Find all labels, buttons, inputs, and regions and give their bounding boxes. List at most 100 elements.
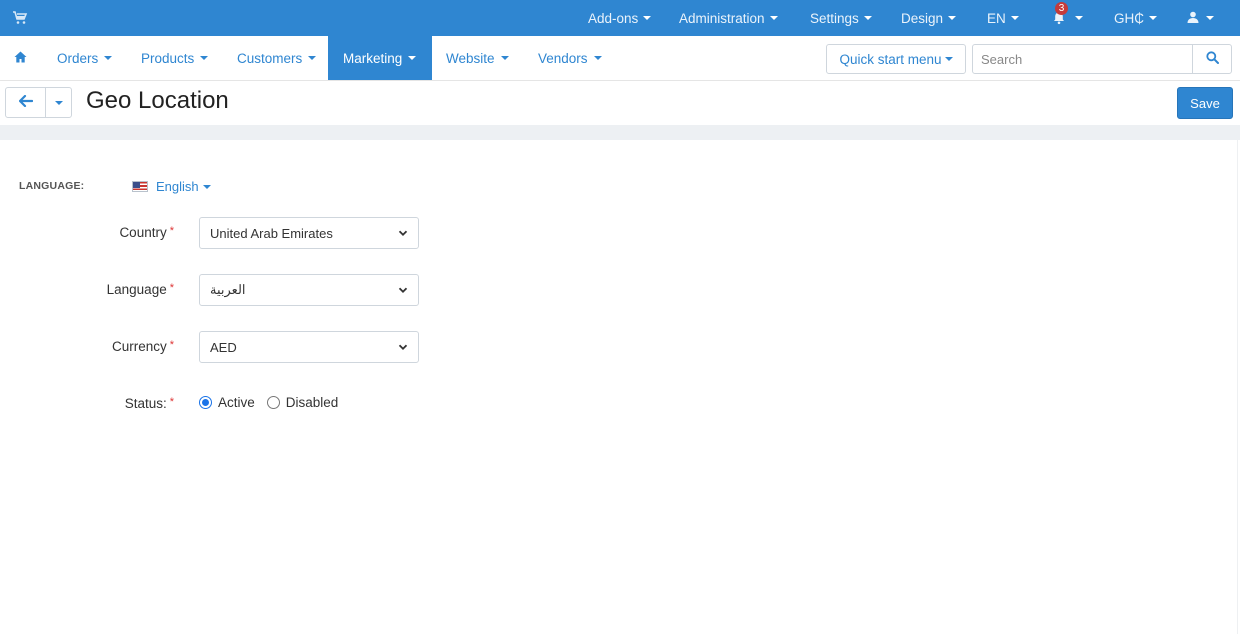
page-title: Geo Location xyxy=(86,87,229,114)
nav-products[interactable]: Products xyxy=(126,36,223,80)
quick-start-label: Quick start menu xyxy=(839,51,942,67)
status-disabled-label: Disabled xyxy=(285,395,339,410)
shopping-cart-icon[interactable] xyxy=(12,10,28,26)
required-mark: * xyxy=(169,282,174,294)
nav-website[interactable]: Website xyxy=(431,36,524,80)
chevron-down-icon xyxy=(863,16,872,20)
chevron-down-icon xyxy=(593,56,602,60)
settings-menu-label: Settings xyxy=(810,10,859,26)
currency-row: Currency * AED xyxy=(0,331,600,363)
status-active-option[interactable]: Active xyxy=(199,395,255,410)
nav-customers[interactable]: Customers xyxy=(222,36,331,80)
required-mark: * xyxy=(169,225,174,237)
status-label-text: Status: xyxy=(124,396,167,411)
home-link[interactable] xyxy=(0,36,41,80)
notifications-menu[interactable]: 3 xyxy=(1052,0,1083,36)
language-switcher-value: English xyxy=(156,179,199,194)
country-row: Country * United Arab Emirates xyxy=(0,217,600,249)
required-mark: * xyxy=(169,396,174,408)
status-disabled-option[interactable]: Disabled xyxy=(266,395,339,410)
chevron-down-icon xyxy=(202,184,211,189)
chevron-down-icon xyxy=(769,16,778,20)
nav-products-label: Products xyxy=(141,50,195,66)
currency-menu-label: GH₵ xyxy=(1114,10,1144,26)
addons-menu[interactable]: Add-ons xyxy=(588,0,652,36)
nav-vendors[interactable]: Vendors xyxy=(523,36,617,80)
chevron-down-icon xyxy=(1010,16,1019,20)
user-menu[interactable] xyxy=(1187,0,1214,36)
addons-menu-label: Add-ons xyxy=(588,10,639,26)
chevron-down-icon xyxy=(398,230,408,236)
chevron-down-icon xyxy=(398,287,408,293)
design-menu-label: Design xyxy=(901,10,944,26)
notification-count-badge: 3 xyxy=(1055,2,1068,15)
status-disabled-radio[interactable] xyxy=(266,396,280,409)
page-header: Geo Location Save xyxy=(0,81,1240,125)
quick-start-menu-button[interactable]: Quick start menu xyxy=(826,44,966,74)
language-label-text: Language xyxy=(106,282,167,297)
admin-top-bar: Add-ons Administration Settings Design E… xyxy=(0,0,1240,36)
chevron-down-icon xyxy=(1149,16,1157,20)
user-icon xyxy=(1187,11,1199,26)
language-label: Language * xyxy=(107,282,174,297)
status-label: Status: * xyxy=(125,396,174,411)
status-active-label: Active xyxy=(218,395,255,410)
country-label: Country * xyxy=(119,225,174,240)
nav-vendors-label: Vendors xyxy=(538,50,588,66)
content-panel xyxy=(0,140,1238,634)
main-nav: Orders Products Customers Marketing Webs… xyxy=(0,36,1240,81)
country-select[interactable]: United Arab Emirates xyxy=(199,217,419,249)
nav-customers-label: Customers xyxy=(237,50,303,66)
language-switcher-label: LANGUAGE: xyxy=(19,180,85,192)
chevron-down-icon xyxy=(54,100,63,105)
search-button[interactable] xyxy=(1192,44,1232,74)
language-select[interactable]: العربية xyxy=(199,274,419,306)
search-icon xyxy=(1205,51,1219,67)
nav-orders[interactable]: Orders xyxy=(42,36,127,80)
administration-menu-label: Administration xyxy=(679,10,765,26)
administration-menu[interactable]: Administration xyxy=(679,0,778,36)
nav-orders-label: Orders xyxy=(57,50,99,66)
chevron-down-icon xyxy=(200,56,209,60)
language-menu[interactable]: EN xyxy=(987,0,1019,36)
status-active-radio[interactable] xyxy=(199,396,212,409)
save-button[interactable]: Save xyxy=(1177,87,1233,119)
language-menu-label: EN xyxy=(987,10,1006,26)
required-mark: * xyxy=(169,339,174,351)
chevron-down-icon xyxy=(1206,16,1214,20)
chevron-down-icon xyxy=(948,16,957,20)
nav-marketing[interactable]: Marketing xyxy=(328,36,432,80)
arrow-left-icon xyxy=(18,94,33,110)
chevron-down-icon xyxy=(308,56,317,60)
home-icon xyxy=(14,51,27,66)
currency-menu[interactable]: GH₵ xyxy=(1114,0,1157,36)
chevron-down-icon xyxy=(643,16,652,20)
status-radio-group: Active Disabled xyxy=(199,395,350,410)
country-label-text: Country xyxy=(119,225,167,240)
header-divider xyxy=(0,125,1240,140)
language-select-value: العربية xyxy=(210,282,246,297)
us-flag-icon xyxy=(132,181,148,192)
status-row: Status: * Active Disabled xyxy=(0,388,600,420)
chevron-down-icon xyxy=(104,56,113,60)
chevron-down-icon xyxy=(1075,16,1083,20)
search-input[interactable] xyxy=(972,44,1193,74)
nav-website-label: Website xyxy=(446,50,495,66)
language-switcher[interactable]: English xyxy=(132,179,211,194)
back-history-dropdown[interactable] xyxy=(45,87,72,118)
country-select-value: United Arab Emirates xyxy=(210,225,333,241)
currency-label: Currency * xyxy=(112,339,174,354)
chevron-down-icon xyxy=(398,344,408,350)
currency-label-text: Currency xyxy=(111,339,167,354)
back-button[interactable] xyxy=(5,87,46,118)
language-row: Language * العربية xyxy=(0,274,600,306)
chevron-down-icon xyxy=(944,57,953,61)
settings-menu[interactable]: Settings xyxy=(810,0,872,36)
currency-select[interactable]: AED xyxy=(199,331,419,363)
bell-icon: 3 xyxy=(1052,2,1068,25)
chevron-down-icon xyxy=(408,56,417,60)
nav-marketing-label: Marketing xyxy=(343,50,403,66)
chevron-down-icon xyxy=(500,56,509,60)
currency-select-value: AED xyxy=(210,339,237,355)
design-menu[interactable]: Design xyxy=(901,0,957,36)
